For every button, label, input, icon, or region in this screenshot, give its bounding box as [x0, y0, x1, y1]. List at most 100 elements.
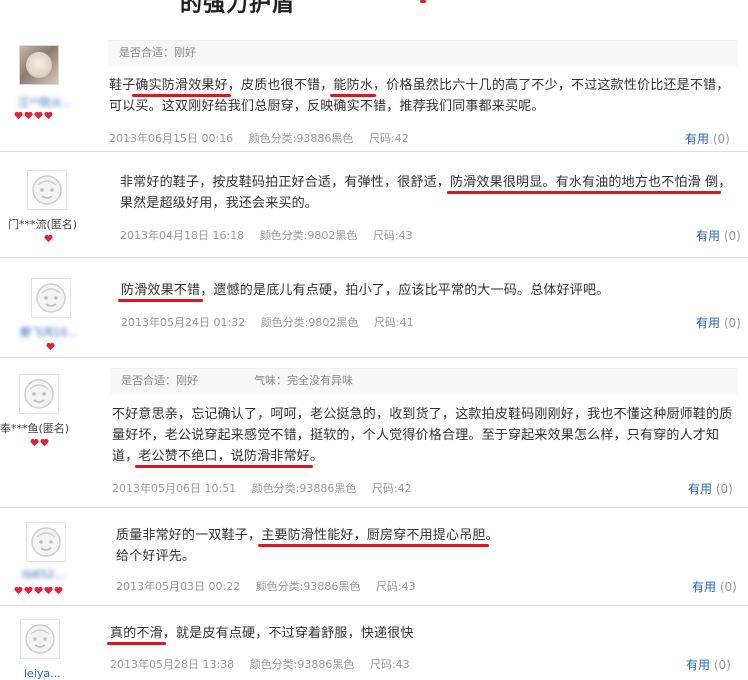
review-size: 尺码:43 — [369, 658, 410, 671]
review-item: 门***流(匿名) 非常好的鞋子，按皮鞋码拍正好合适，有弹性，很舒适，防滑效果很… — [0, 152, 748, 258]
default-face-icon — [25, 624, 55, 654]
useful-count: (0) — [715, 482, 733, 496]
heart-icon — [34, 111, 43, 120]
default-face-icon — [36, 283, 66, 313]
review-item: 江**防火... 是否合适：刚好 鞋子确实防滑效果好，皮质也很不错，能防水，价格… — [0, 22, 748, 152]
review-item: tb652... 质量非常好的一双鞋子，主要防滑性能好，厨房穿不用提心吊胆。 给个… — [0, 508, 748, 606]
reviewer-level-hearts — [30, 438, 49, 447]
highlighted-phrase: 防滑效果不错 — [121, 283, 201, 298]
user-name[interactable]: tb652... — [22, 568, 65, 581]
highlighted-phrase: 真的不滑 — [110, 626, 163, 641]
smell-value: 完全没有异味 — [287, 374, 353, 387]
heart-icon — [44, 234, 53, 243]
fit-info: 是否合适：刚好 — [119, 46, 196, 59]
heart-icon — [24, 111, 33, 120]
review-text: 。 — [310, 449, 324, 464]
smell-info: 气味：完全没有异味 — [254, 374, 353, 387]
user-avatar[interactable] — [27, 170, 67, 210]
useful-vote: 有用 (0) — [696, 227, 741, 244]
user-avatar[interactable] — [19, 374, 59, 414]
heart-icon — [46, 342, 55, 351]
heart-icon — [14, 586, 23, 595]
useful-vote: 有用 (0) — [688, 480, 733, 497]
review-text: ，就是皮有点硬，不过穿着舒服，快递很快 — [162, 626, 414, 641]
fit-value: 刚好 — [174, 46, 196, 59]
review-text: 给个好评先。 — [116, 549, 196, 564]
review-footer: 2013年05月28日 13:38 颜色分类:93886黑色 尺码:43 — [110, 656, 422, 672]
review-content: 非常好的鞋子，按皮鞋码拍正好合适，有弹性，很舒适，防滑效果很明显。有水有油的地方… — [120, 172, 740, 214]
review-date: 2013年04月18日 16:18 — [120, 229, 245, 242]
review-footer: 2013年04月18日 16:18 颜色分类:9802黑色 尺码:43 — [120, 227, 425, 243]
user-name[interactable]: 鄭飞鸿10... — [20, 324, 78, 340]
review-date: 2013年05月28日 13:38 — [110, 658, 235, 671]
user-avatar[interactable] — [26, 522, 66, 562]
review-item: leiya... 真的不滑，就是皮有点硬，不过穿着舒服，快递很快 2013年05… — [0, 606, 748, 680]
user-name[interactable]: 门***流(匿名) — [8, 216, 77, 232]
page-header: 的强力护盾 — [0, 0, 748, 20]
useful-count: (0) — [723, 229, 741, 243]
cat-photo-icon — [26, 52, 52, 78]
highlighted-phrase: 倒 — [705, 175, 719, 190]
review-footer: 2013年05月24日 01:32 颜色分类:9802黑色 尺码:41 — [121, 314, 426, 330]
heart-icon — [40, 438, 49, 447]
useful-button[interactable]: 有用 — [686, 658, 710, 672]
highlighted-phrase: 能防水 — [333, 78, 374, 93]
highlighted-phrase: 老公赞不绝口，说防滑非常好 — [138, 449, 311, 464]
heart-icon — [54, 586, 63, 595]
review-color: 颜色分类:9802黑色 — [260, 316, 359, 329]
useful-button[interactable]: 有用 — [696, 316, 720, 330]
reviewer-level-hearts — [14, 586, 63, 595]
useful-button[interactable]: 有用 — [685, 132, 709, 146]
heart-icon — [44, 111, 53, 120]
smell-label: 气味： — [254, 374, 287, 387]
useful-count: (0) — [719, 580, 737, 594]
decoration-mark — [420, 0, 426, 3]
default-face-icon — [24, 379, 54, 409]
fit-label: 是否合适： — [121, 374, 176, 387]
heart-icon — [14, 111, 23, 120]
highlighted-phrase: 防滑效果很明显。有水有油的地方也不怕滑 — [450, 175, 701, 190]
user-avatar[interactable] — [31, 278, 71, 318]
review-footer: 2013年05月03日 00:22 颜色分类:93886黑色 尺码:43 — [116, 578, 428, 594]
review-text: ，遗憾的是底儿有点硬，拍小了，应该比平常的大一码。总体好评吧。 — [200, 283, 610, 298]
user-avatar[interactable] — [20, 619, 60, 659]
useful-count: (0) — [713, 658, 731, 672]
review-size: 尺码:43 — [375, 580, 416, 593]
review-date: 2013年05月06日 10:51 — [112, 482, 237, 495]
heart-icon — [30, 438, 39, 447]
review-meta-bar: 是否合适：刚好 — [108, 40, 738, 66]
review-text: 鞋子 — [109, 78, 136, 93]
fit-info: 是否合适：刚好 — [121, 374, 198, 387]
user-name[interactable]: 江**防火... — [18, 94, 73, 110]
heart-icon — [44, 586, 53, 595]
useful-button[interactable]: 有用 — [692, 580, 716, 594]
review-color: 颜色分类:9802黑色 — [259, 229, 358, 242]
user-name[interactable]: 奉***鱼(匿名) — [0, 420, 69, 436]
review-meta-bar: 是否合适：刚好 气味：完全没有异味 — [110, 368, 738, 394]
heart-icon — [34, 586, 43, 595]
useful-button[interactable]: 有用 — [696, 229, 720, 243]
default-face-icon — [31, 527, 61, 557]
default-face-icon — [32, 175, 62, 205]
review-size: 尺码:42 — [368, 132, 409, 145]
review-size: 尺码:41 — [373, 316, 414, 329]
reviewer-level-hearts — [44, 234, 53, 243]
fit-label: 是否合适： — [119, 46, 174, 59]
useful-vote: 有用 (0) — [685, 130, 730, 147]
review-text: 质量非常好的一双鞋子， — [116, 528, 262, 543]
fit-value: 刚好 — [176, 374, 198, 387]
heart-icon — [24, 586, 33, 595]
user-name[interactable]: leiya... — [24, 667, 61, 680]
review-color: 颜色分类:93886黑色 — [251, 482, 357, 495]
review-footer: 2013年05月06日 10:51 颜色分类:93886黑色 尺码:42 — [112, 480, 424, 496]
reviewer-level-hearts — [14, 111, 53, 120]
useful-button[interactable]: 有用 — [688, 482, 712, 496]
useful-vote: 有用 (0) — [692, 578, 737, 595]
user-avatar[interactable] — [19, 45, 59, 85]
review-color: 颜色分类:93886黑色 — [249, 658, 355, 671]
page-title: 的强力护盾 — [180, 0, 296, 17]
review-date: 2013年05月24日 01:32 — [121, 316, 246, 329]
review-text: 非常好的鞋子，按皮鞋码拍正好合适，有弹性，很舒适， — [120, 175, 451, 190]
useful-count: (0) — [723, 316, 741, 330]
review-item: 奉***鱼(匿名) 是否合适：刚好 气味：完全没有异味 不好意思亲，忘记确认了，呵… — [0, 358, 748, 508]
